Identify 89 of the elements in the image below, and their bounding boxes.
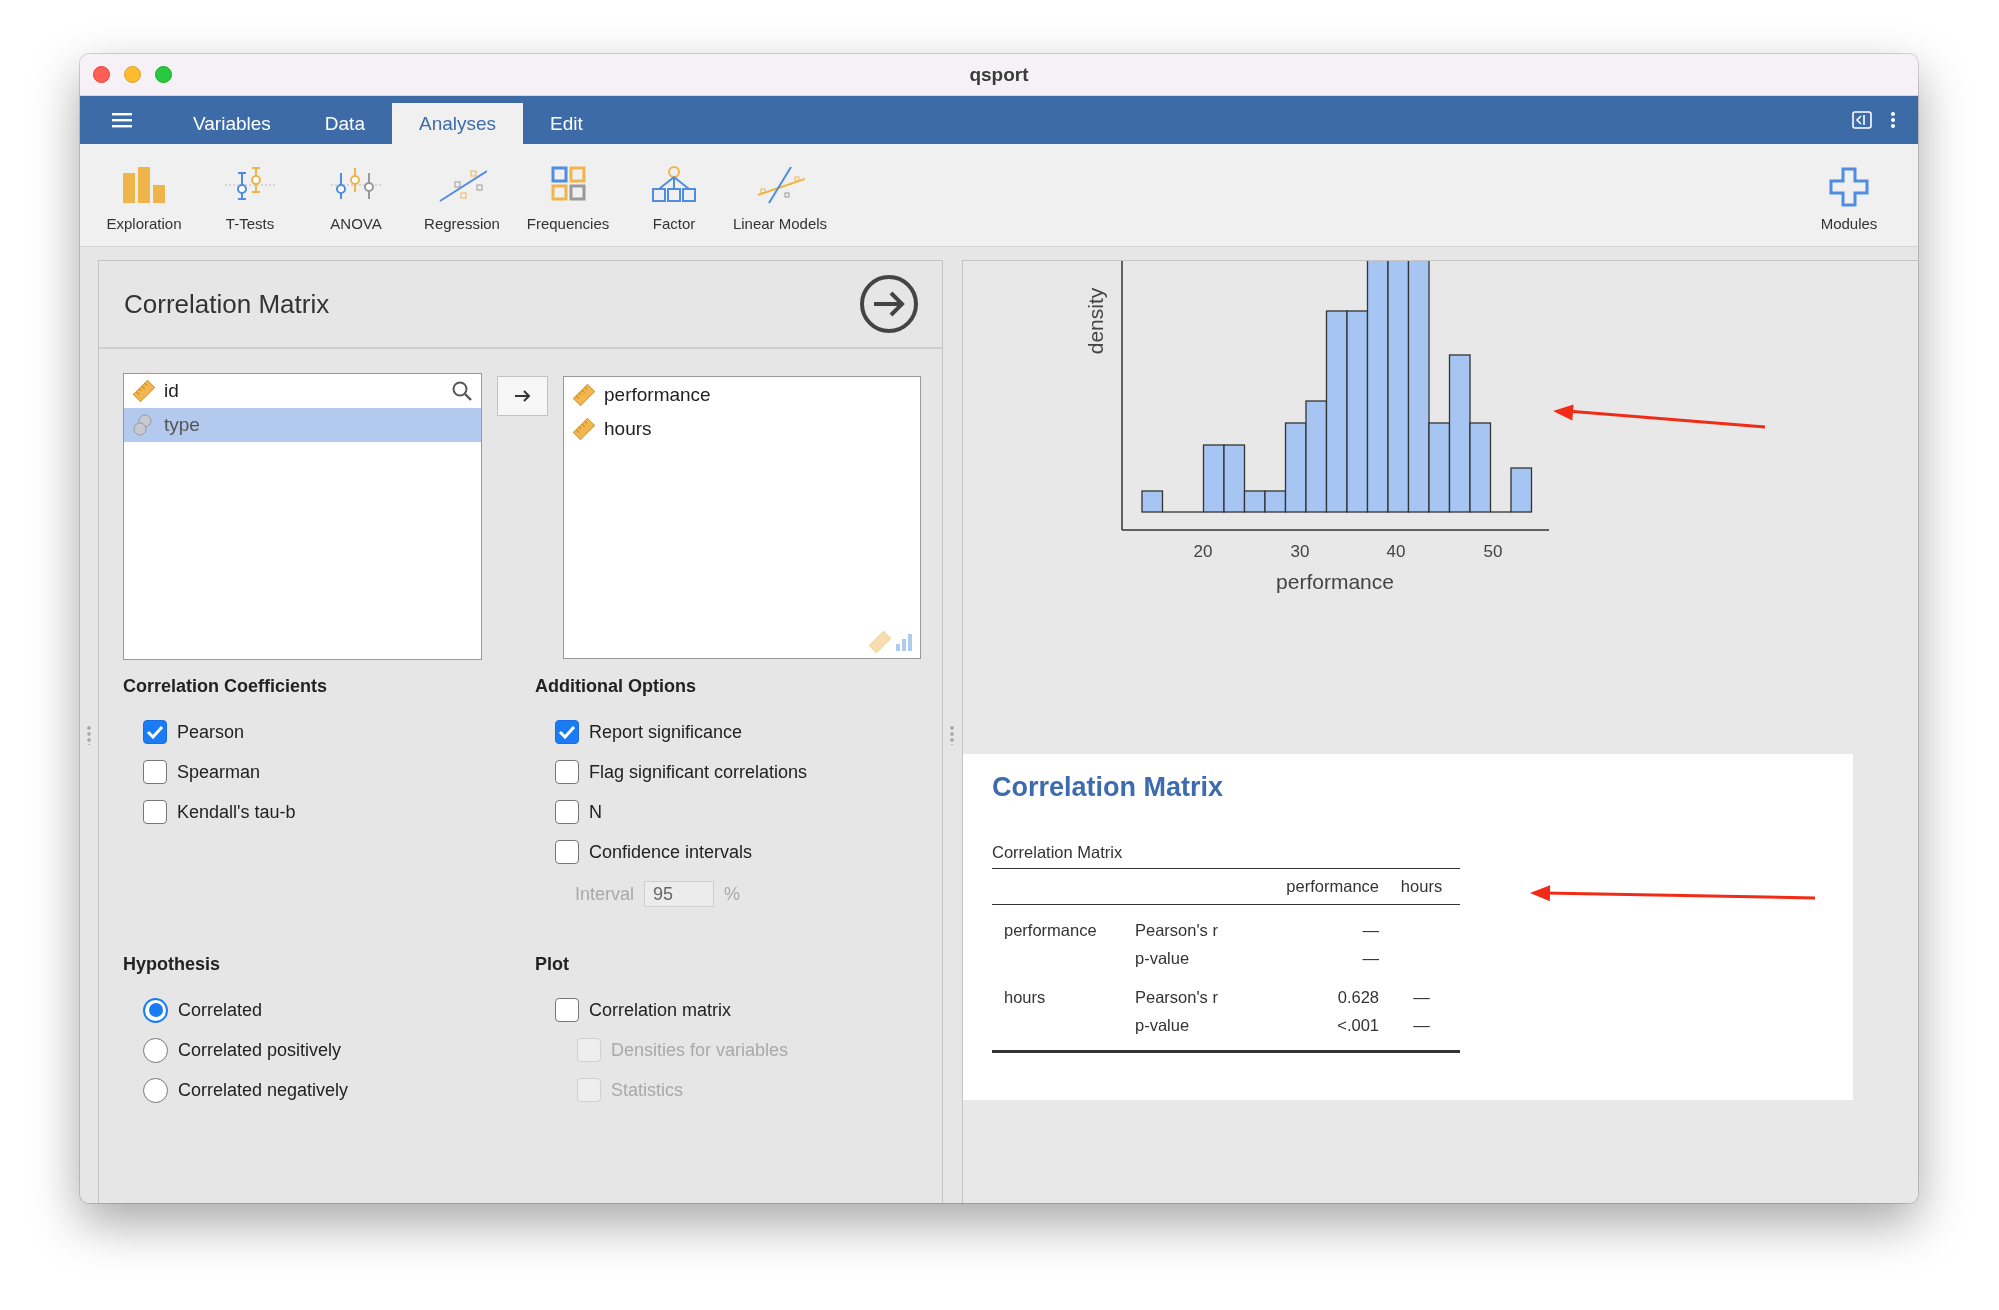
arrow-right-icon[interactable] (859, 274, 919, 334)
table-cell-text: — (1361, 947, 1380, 969)
section-heading: Additional Options (535, 676, 697, 698)
toolbar-button[interactable]: Modules (1796, 164, 1902, 232)
search-icon (451, 380, 473, 402)
arrow-right-icon (513, 389, 532, 403)
column-header: performance (1253, 868, 1383, 905)
histogram-bar (1141, 490, 1164, 513)
empty-bin-line (1489, 511, 1512, 513)
table-cell-text: 0.628 (1336, 986, 1380, 1008)
table-cell: — (1383, 1011, 1460, 1052)
table-cell: <.001 (1253, 1011, 1383, 1052)
table-cell: Pearson's r (1135, 904, 1253, 944)
section-heading: Hypothesis (123, 954, 222, 976)
option-label: Densities for variables (611, 1039, 789, 1061)
number-field: 95 (644, 881, 715, 907)
list-item[interactable]: performance (564, 378, 920, 412)
option-label: Pearson (177, 721, 245, 743)
radio-button[interactable] (143, 1037, 168, 1063)
column-header: hours (1383, 868, 1460, 905)
option-label: Correlated positively (178, 1039, 342, 1061)
checkbox[interactable] (555, 840, 579, 864)
tab[interactable]: Data (297, 103, 392, 144)
resize-handle[interactable] (950, 725, 954, 745)
toolbar-button[interactable]: T-Tests (197, 164, 303, 232)
option-label: Flag significant correlations (589, 761, 808, 783)
check-icon (558, 725, 576, 739)
checkbox[interactable] (143, 800, 167, 824)
zoom-button[interactable] (155, 66, 172, 83)
checkbox[interactable] (555, 998, 579, 1022)
option-label: Correlated (178, 999, 263, 1021)
option-label: Confidence intervals (589, 841, 753, 863)
tab[interactable]: Edit (523, 103, 610, 144)
option-label: Report significance (589, 721, 743, 743)
more-icon[interactable] (1890, 111, 1896, 129)
toolbar-button[interactable]: Frequencies (515, 164, 621, 232)
histogram-bar (1202, 444, 1225, 513)
axis-label: density (1084, 287, 1107, 355)
option-label: Spearman (177, 761, 261, 783)
table-cell-text: p-value (1135, 947, 1191, 969)
table-cell: — (1253, 904, 1383, 944)
radio-button[interactable] (143, 1077, 168, 1103)
table-cell-text: — (1412, 986, 1431, 1008)
table-caption: Correlation Matrix (992, 843, 1124, 863)
checkbox[interactable] (555, 800, 579, 824)
option-label: Statistics (611, 1079, 684, 1101)
table-cell-text: Pearson's r (1135, 986, 1219, 1008)
row-header: performance (992, 904, 1135, 944)
list-item[interactable]: type (124, 408, 481, 442)
section-heading: Plot (535, 954, 570, 976)
option-label: N (589, 801, 602, 823)
option-label: Correlation matrix (589, 999, 732, 1021)
move-button[interactable] (497, 376, 548, 416)
radio-button[interactable] (143, 997, 168, 1023)
field-label: Interval (575, 883, 635, 905)
toolbar-button[interactable]: Linear Models (727, 164, 833, 232)
histogram-bar (1510, 467, 1533, 513)
list-item[interactable]: id (124, 374, 481, 408)
toolbar-button[interactable]: Regression (409, 164, 515, 232)
checkbox[interactable] (143, 760, 167, 784)
option-label: Kendall's tau-b (177, 801, 296, 823)
row-header: hours (1003, 986, 1047, 1008)
menu-icon[interactable] (110, 111, 134, 129)
section-heading: Correlation Coefficients (123, 676, 329, 698)
axis-label: performance (1276, 570, 1394, 593)
tab[interactable]: Analyses (391, 103, 524, 144)
window-title: qsport (969, 63, 1029, 86)
results-title: Correlation Matrix (992, 772, 1225, 803)
tick-label: 30 (1290, 542, 1310, 561)
toolbar-button[interactable]: Factor (621, 164, 727, 232)
toolbar-button[interactable]: ANOVA (303, 164, 409, 232)
resize-handle[interactable] (87, 725, 91, 745)
table-cell: p-value (1135, 1011, 1253, 1052)
list-item[interactable]: hours (564, 412, 920, 446)
option-label: Correlated negatively (178, 1079, 349, 1101)
checkbox[interactable] (555, 720, 579, 744)
tick-label: 40 (1386, 542, 1406, 561)
panel-title: Correlation Matrix (124, 288, 330, 320)
check-icon (146, 725, 164, 739)
tick-label: 20 (1193, 542, 1213, 561)
tick-label: 50 (1483, 542, 1503, 561)
checkbox[interactable] (555, 760, 579, 784)
close-button[interactable] (93, 66, 110, 83)
bar-chart-icon (894, 632, 914, 652)
checkbox[interactable] (143, 720, 167, 744)
toolbar-button[interactable]: Exploration (91, 164, 197, 232)
tab[interactable]: Variables (166, 103, 298, 144)
panel-toggle-icon[interactable] (1852, 111, 1872, 129)
unit-label: % (724, 883, 741, 905)
